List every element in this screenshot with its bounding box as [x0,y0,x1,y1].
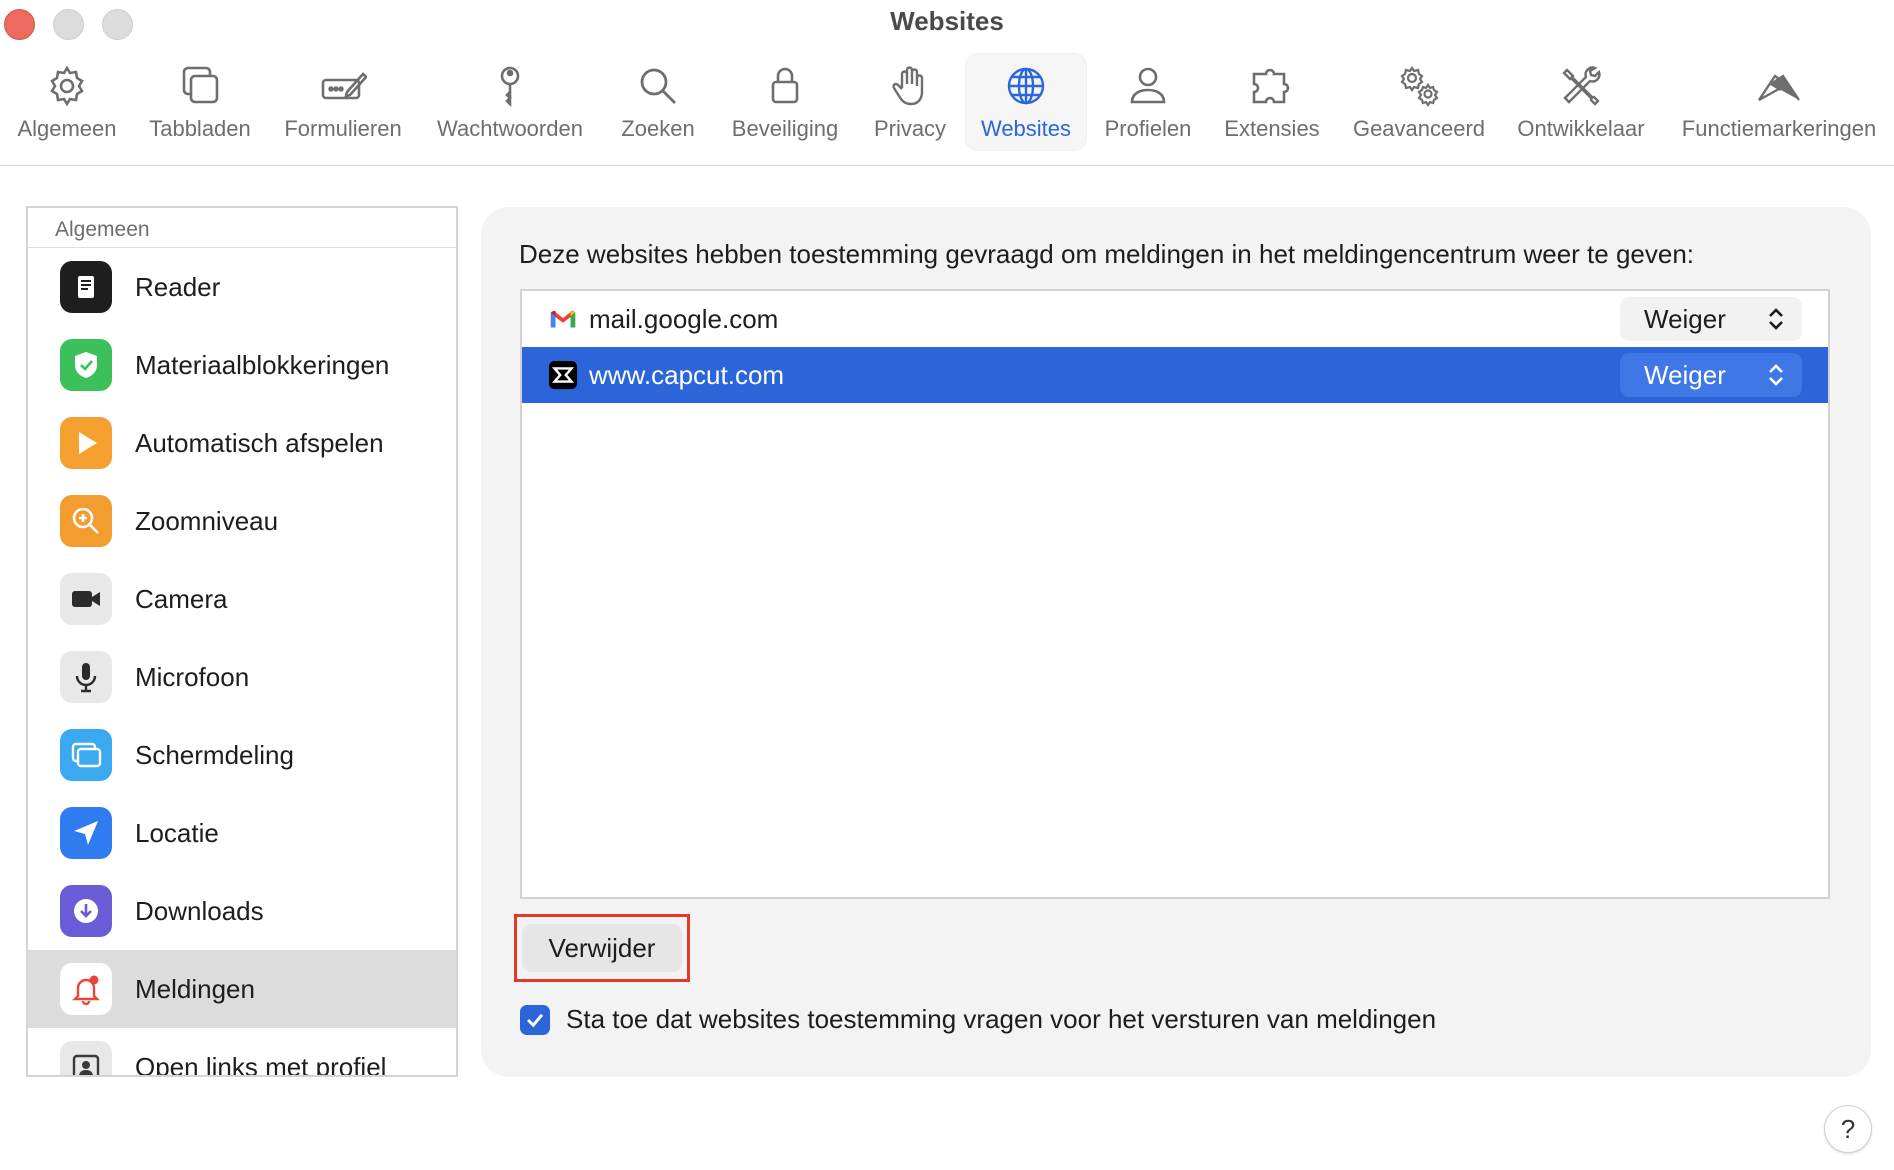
tab-websites[interactable]: Websites [966,54,1086,150]
tab-label: Ontwikkelaar [1517,116,1645,141]
sidebar-item-microphone[interactable]: Microfoon [28,638,456,716]
remove-button-highlight: Verwijder [514,914,690,982]
puzzle-icon [1252,68,1290,104]
tab-functiemarkeringen[interactable]: Functiemarkeringen [1668,54,1890,150]
sidebar-item-label: Zoomniveau [135,505,279,536]
sidebar-item-location[interactable]: Locatie [28,794,456,872]
allow-requests-option[interactable]: Sta toe dat websites toestemming vragen … [520,1004,1436,1035]
tab-ontwikkelaar[interactable]: Ontwikkelaar [1508,54,1654,150]
window-title: Websites [890,6,1004,36]
notifications-icon [60,963,112,1015]
tab-label: Formulieren [284,116,402,141]
sidebar-item-notifications[interactable]: Meldingen [28,950,456,1028]
tab-wachtwoorden[interactable]: Wachtwoorden [428,54,592,150]
autoplay-icon [60,417,112,469]
sidebar-item-label: Open links met profiel [135,1051,387,1077]
permission-popup[interactable]: Weiger [1620,353,1802,397]
location-icon [60,807,112,859]
tab-beveiliging[interactable]: Beveiliging [720,54,850,150]
globe-icon [1007,67,1045,105]
website-row[interactable]: www.capcut.com Weiger [522,347,1828,403]
lock-icon [771,67,799,104]
tab-profielen[interactable]: Profielen [1098,54,1198,150]
sidebar-item-label: Materiaalblokkeringen [135,349,390,380]
permission-value: Weiger [1644,303,1726,334]
tab-label: Privacy [873,116,947,141]
tab-label: Profielen [1104,116,1192,141]
reader-icon [60,261,112,313]
sidebar-item-label: Downloads [135,895,264,926]
autofill-form-icon [321,72,367,100]
checkmark-icon [527,1013,544,1027]
sidebar-item-zoom[interactable]: Zoomniveau [28,482,456,560]
key-icon [500,66,520,108]
sidebar-item-label: Automatisch afspelen [135,427,384,458]
allow-requests-checkbox[interactable] [520,1004,550,1035]
website-domain: mail.google.com [589,303,779,334]
tab-label: Algemeen [17,116,117,141]
remove-button[interactable]: Verwijder [522,924,682,972]
sidebar-item-downloads[interactable]: Downloads [28,872,456,950]
panel-description: Deze websites hebben toestemming gevraag… [519,239,1695,269]
tab-algemeen[interactable]: Algemeen [10,54,124,150]
tab-label: Extensies [1224,116,1320,141]
capcut-icon [547,359,579,391]
downloads-icon [60,885,112,937]
tools-icon [1562,66,1601,106]
microphone-icon [60,651,112,703]
camera-icon [60,573,112,625]
notifications-panel: Deze websites hebben toestemming gevraag… [481,207,1871,1077]
permission-popup[interactable]: Weiger [1620,297,1802,341]
sidebar-item-label: Reader [135,271,221,302]
gear-icon [50,65,84,107]
tab-label: Websites [980,116,1072,141]
permission-value: Weiger [1644,359,1726,390]
tab-label: Wachtwoorden [437,116,583,141]
tab-tabbladen[interactable]: Tabbladen [140,54,260,150]
hand-icon [892,66,924,106]
tabs-icon [182,66,219,104]
allow-requests-label: Sta toe dat websites toestemming vragen … [566,1004,1437,1034]
sidebar-item-autoplay[interactable]: Automatisch afspelen [28,404,456,482]
website-row[interactable]: mail.google.com Weiger [522,291,1828,347]
sidebar-item-label: Meldingen [135,973,255,1004]
sidebar-section-header: Algemeen [28,208,456,248]
search-icon [640,68,676,104]
website-list[interactable]: mail.google.com Weiger www.capcut.com We… [520,289,1830,899]
tab-label: Tabbladen [149,116,251,141]
tab-zoeken[interactable]: Zoeken [608,54,708,150]
sidebar-item-reader[interactable]: Reader [28,248,456,326]
preferences-toolbar: Algemeen Tabbladen Formulieren Wachtwoor… [0,50,1894,166]
zoom-icon [60,495,112,547]
sidebar-item-open-links-profile[interactable]: Open links met profiel [28,1028,456,1077]
sidebar-item-label: Camera [135,583,228,614]
sidebar-item-label: Locatie [135,817,219,848]
flags-icon [1758,74,1800,102]
help-button[interactable]: ? [1824,1105,1872,1153]
gears-icon [1400,66,1439,107]
tab-privacy[interactable]: Privacy [862,54,958,150]
tab-geavanceerd[interactable]: Geavanceerd [1344,54,1494,150]
sidebar-item-label: Microfoon [135,661,250,692]
tab-label: Beveiliging [731,116,839,141]
screen-sharing-icon [60,729,112,781]
content-blocker-icon [60,339,112,391]
tab-formulieren[interactable]: Formulieren [276,54,410,150]
chevron-updown-icon [1769,364,1783,386]
chevron-updown-icon [1769,308,1783,330]
tab-extensies[interactable]: Extensies [1214,54,1330,150]
profile-links-icon [60,1041,112,1075]
sidebar-item-screen-sharing[interactable]: Schermdeling [28,716,456,794]
tab-label: Functiemarkeringen [1681,116,1877,141]
website-domain: www.capcut.com [589,359,785,390]
sidebar-item-content-blockers[interactable]: Materiaalblokkeringen [28,326,456,404]
sidebar-item-label: Schermdeling [135,739,294,770]
person-icon [1130,67,1166,104]
tab-label: Zoeken [621,116,695,141]
sidebar-item-camera[interactable]: Camera [28,560,456,638]
gmail-icon [547,303,579,335]
websites-sidebar: Algemeen Reader Materiaalblokkeringen Au… [26,206,458,1077]
tab-label: Geavanceerd [1352,116,1486,141]
